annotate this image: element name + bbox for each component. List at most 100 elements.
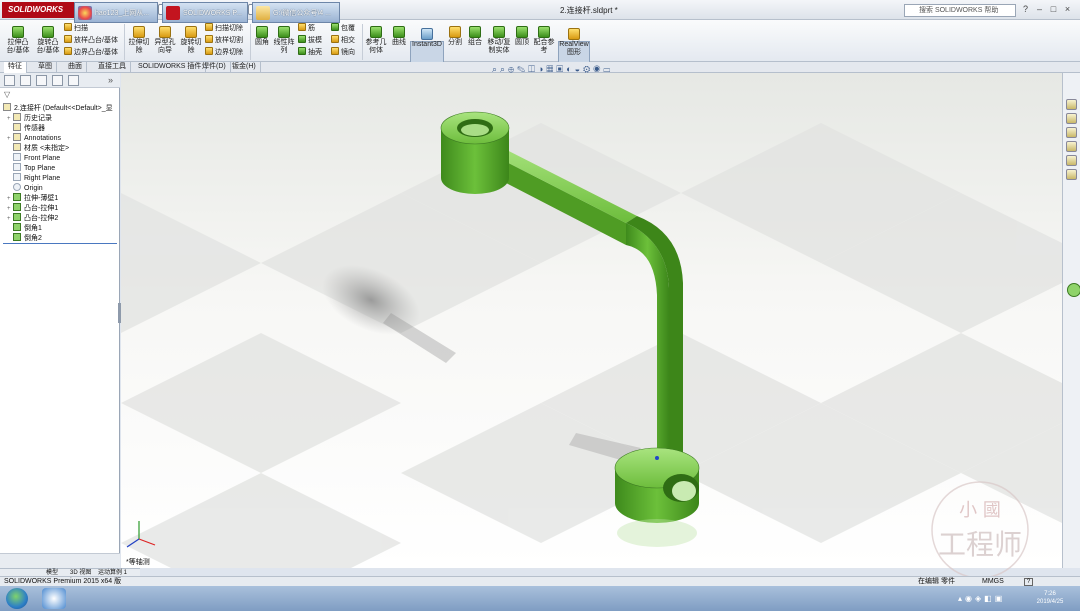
view-palette-icon[interactable] <box>1066 141 1077 152</box>
mate-reference-button[interactable]: 配合参考 <box>532 26 556 55</box>
tree-item-top-plane[interactable]: Top Plane <box>3 163 118 173</box>
origin-marker <box>655 456 659 460</box>
move-copy-button[interactable]: 移动/复制实体 <box>486 26 512 55</box>
boundary-cut-button[interactable]: 边界切除 <box>205 47 243 57</box>
file-explorer-icon[interactable] <box>1066 127 1077 138</box>
tree-item-boss-extrude1[interactable]: + 凸台-拉伸1 <box>3 203 118 213</box>
tree-item-boss-extrude2[interactable]: + 凸台-拉伸2 <box>3 213 118 223</box>
split-button[interactable]: 分割 <box>446 26 464 47</box>
revolve-boss-icon <box>42 26 54 38</box>
restore-button[interactable]: □ <box>1048 4 1059 15</box>
rib-button[interactable]: 筋 <box>298 23 315 33</box>
panel-scrollbar[interactable] <box>0 553 120 568</box>
wrap-button[interactable]: 包覆 <box>331 23 355 33</box>
hole-wizard-button[interactable]: 异型孔向导 <box>153 26 177 55</box>
tree-item-material[interactable]: 材质 <未指定> <box>3 143 118 153</box>
curves-icon <box>393 26 405 38</box>
file-title: 2.连接杆.sldprt * <box>560 6 618 15</box>
tab-sheet-metal[interactable]: 钣金(H) <box>228 62 261 73</box>
tab-solidworks-addins[interactable]: SOLIDWORKS 插件 <box>134 62 207 73</box>
help-icon[interactable]: ? <box>1020 4 1031 15</box>
feature-tree-tab-icon[interactable] <box>4 75 15 86</box>
tree-root[interactable]: 2.连接杆 (Default<<Default>_显 <box>3 103 118 113</box>
system-tray-icons[interactable]: ▴◉◈◧▣ <box>958 594 1018 604</box>
rollback-bar[interactable] <box>3 243 117 244</box>
configuration-tab-icon[interactable] <box>36 75 47 86</box>
sweep-button[interactable]: 扫描 <box>64 23 88 33</box>
browser-pinned-icon[interactable] <box>42 588 66 609</box>
fillet-button[interactable]: 圆角 <box>253 26 271 47</box>
revolve-cut-icon <box>185 26 197 38</box>
combine-icon <box>469 26 481 38</box>
tree-item-right-plane[interactable]: Right Plane <box>3 173 118 183</box>
loft-boss-button[interactable]: 放样凸台/基体 <box>64 35 118 45</box>
tree-item-chamfer2[interactable]: 倒角2 <box>3 233 118 243</box>
expand-panel-icon[interactable]: » <box>108 75 113 85</box>
mirror-button[interactable]: 镜向 <box>331 47 355 57</box>
revolve-cut-button[interactable]: 旋转切除 <box>179 26 203 55</box>
boundary-boss-button[interactable]: 边界凸台/基体 <box>64 47 118 57</box>
dimxpert-tab-icon[interactable] <box>52 75 63 86</box>
intersect-button[interactable]: 相交 <box>331 35 355 45</box>
tree-item-extrude-thin1[interactable]: + 拉伸-薄壁1 <box>3 193 118 203</box>
chamfer-icon <box>13 233 21 241</box>
tab-direct-editing[interactable]: 直接工具 <box>94 62 131 73</box>
taskbar-item-solidworks[interactable]: SOLIDWORKS P... <box>162 2 248 23</box>
combine-button[interactable]: 组合 <box>466 26 484 47</box>
taskbar-clock[interactable]: 7:26 2019/4/25 <box>1030 590 1070 606</box>
extrude-boss-button[interactable]: 拉伸凸台/基体 <box>4 26 32 55</box>
sweep-cut-button[interactable]: 扫描切除 <box>205 23 243 33</box>
view-orientation-label: *等轴测 <box>126 559 150 566</box>
tree-item-history[interactable]: + 历史记录 <box>3 113 118 123</box>
extrude-cut-button[interactable]: 拉伸切除 <box>127 26 151 55</box>
chamfer-icon <box>13 223 21 231</box>
curves-button[interactable]: 曲线 <box>390 26 408 47</box>
tab-surfaces[interactable]: 曲面 <box>64 62 87 73</box>
linear-pattern-icon <box>278 26 290 38</box>
property-manager-tab-icon[interactable] <box>20 75 31 86</box>
tab-sketch[interactable]: 草图 <box>34 62 57 73</box>
draft-button[interactable]: 拔模 <box>298 35 322 45</box>
solidworks-resources-icon[interactable] <box>1066 99 1077 110</box>
custom-properties-icon[interactable] <box>1066 169 1077 180</box>
ribbon-separator <box>250 24 251 60</box>
tree-item-front-plane[interactable]: Front Plane <box>3 153 118 163</box>
help-icon[interactable]: ? <box>1024 578 1033 586</box>
tree-item-annotations[interactable]: + Annotations <box>3 133 118 143</box>
design-library-icon[interactable] <box>1066 113 1077 124</box>
tree-item-chamfer1[interactable]: 倒角1 <box>3 223 118 233</box>
display-manager-tab-icon[interactable] <box>68 75 79 86</box>
rib-icon <box>298 23 306 31</box>
appearances-icon[interactable] <box>1066 155 1077 166</box>
start-button[interactable] <box>6 588 28 609</box>
dome-button[interactable]: 圆顶 <box>514 26 530 47</box>
extrude-cut-icon <box>133 26 145 38</box>
part-reflection <box>617 519 697 547</box>
close-button[interactable]: × <box>1062 4 1073 15</box>
tree-item-origin[interactable]: Origin <box>3 183 118 193</box>
revolve-boss-button[interactable]: 旋转凸台/基体 <box>34 26 62 55</box>
linear-pattern-button[interactable]: 线性阵列 <box>273 26 295 55</box>
task-pane-expand-icon[interactable] <box>1067 283 1080 297</box>
task-pane <box>1062 73 1080 568</box>
help-search-input[interactable]: 搜索 SOLIDWORKS 帮助 <box>904 4 1016 17</box>
clock-date: 2019/4/25 <box>1036 599 1064 605</box>
origin-icon <box>13 183 21 191</box>
taskbar-item-explorer[interactable]: G:\微信公众号\4 ... <box>252 2 340 23</box>
loft-cut-button[interactable]: 放样切割 <box>205 35 243 45</box>
tab-weldments[interactable]: 焊件(D) <box>198 62 231 73</box>
shell-button[interactable]: 抽壳 <box>298 47 322 57</box>
tree-item-sensors[interactable]: 传感器 <box>3 123 118 133</box>
tab-features[interactable]: 特征 <box>4 62 27 73</box>
reference-geometry-button[interactable]: 参考几何体 <box>365 26 387 55</box>
plane-icon <box>13 173 21 181</box>
solidworks-logo[interactable]: SOLIDWORKS <box>2 2 78 18</box>
minimize-button[interactable]: – <box>1034 4 1045 15</box>
draft-icon <box>298 35 306 43</box>
filter-icon[interactable]: ▽ <box>4 90 14 100</box>
taskbar-item-hao123[interactable]: hao123_上网从... <box>74 2 158 23</box>
watermark-seal: 小 國 工程师 <box>931 481 1029 578</box>
split-icon <box>449 26 461 38</box>
folder-icon <box>256 6 270 20</box>
bottom-boss-hole-inner <box>672 481 696 501</box>
